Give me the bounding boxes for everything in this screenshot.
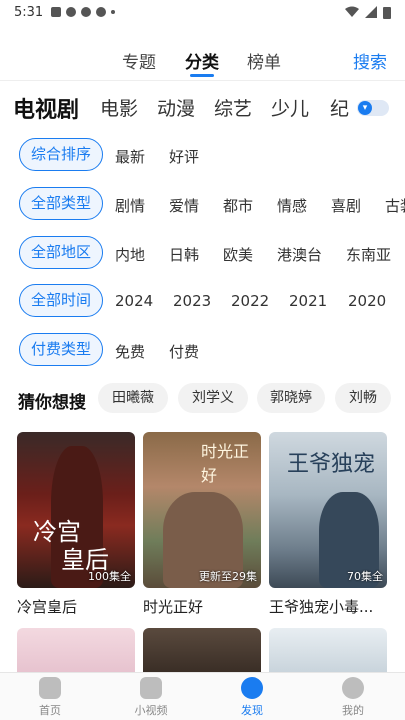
show-poster: 时光正好 更新至29集	[143, 432, 261, 588]
filter-option[interactable]: 2020	[348, 292, 386, 310]
filter-option[interactable]: 古装	[385, 195, 405, 216]
search-button[interactable]: 搜索	[353, 48, 387, 73]
filter-option[interactable]: 爱情	[169, 195, 199, 216]
poster-art-text: 王爷独宠	[287, 452, 376, 477]
filter-option[interactable]: 情感	[277, 195, 307, 216]
tab-label: 首页	[39, 704, 61, 717]
search-chip[interactable]: 田曦薇	[98, 383, 168, 413]
app-notification-icon	[96, 7, 107, 17]
filter-pill-sort[interactable]: 综合排序	[19, 138, 103, 171]
show-card[interactable]: 冷宫 皇后 100集全 冷宫皇后	[17, 432, 135, 617]
show-card[interactable]	[17, 628, 135, 672]
suggested-searches-label: 猜你想搜	[18, 393, 86, 413]
chevron-down-icon: ▾	[358, 101, 372, 115]
poster-art-text: 时光正好	[201, 442, 250, 485]
search-chip[interactable]: 郭晓婷	[257, 383, 325, 413]
status-time: 5:31	[14, 4, 44, 20]
filter-option[interactable]: 内地	[115, 244, 145, 265]
show-card[interactable]: 时光正好 更新至29集 时光正好	[143, 432, 261, 617]
gallery-icon	[51, 7, 62, 17]
show-card[interactable]: 王爷独宠 70集全 王爷独宠小毒...	[269, 432, 387, 617]
profile-icon	[342, 677, 364, 699]
filter-option[interactable]: 喜剧	[331, 195, 361, 216]
video-icon	[140, 677, 162, 699]
tab-topics[interactable]: 专题	[122, 48, 156, 73]
episode-badge: 70集全	[347, 570, 383, 583]
filter-pill-region[interactable]: 全部地区	[19, 236, 103, 269]
filter-option[interactable]: 日韩	[169, 244, 199, 265]
app-notification-icon	[66, 7, 77, 17]
filter-option[interactable]: 2021	[289, 292, 327, 310]
filter-option[interactable]: 欧美	[223, 244, 253, 265]
show-title: 冷宫皇后	[17, 598, 78, 616]
category-documentary[interactable]: 纪	[330, 94, 349, 121]
home-icon	[39, 677, 61, 699]
tab-label: 发现	[241, 704, 263, 717]
active-tab-indicator	[190, 74, 214, 77]
app-notification-icon	[81, 7, 92, 17]
filter-option[interactable]: 最新	[115, 146, 145, 167]
category-tv-series[interactable]: 电视剧	[13, 92, 79, 124]
filter-option[interactable]: 好评	[169, 146, 199, 167]
tab-label: 小视频	[134, 704, 168, 717]
status-bar: 5:31	[0, 0, 405, 24]
filter-option[interactable]: 港澳台	[277, 244, 322, 265]
suggested-searches: 猜你想搜 田曦薇 刘学义 郭晓婷 刘畅	[0, 382, 405, 418]
signal-icon	[365, 6, 377, 18]
filter-row-year: 全部时间 2024 2023 2022 2021 2020	[0, 280, 405, 324]
search-chip[interactable]: 刘学义	[178, 383, 248, 413]
tab-discover[interactable]: 发现	[212, 677, 292, 718]
top-nav: 专题 分类 榜单 搜索	[0, 40, 405, 80]
category-variety[interactable]: 综艺	[214, 94, 252, 121]
filter-option[interactable]: 付费	[169, 341, 199, 362]
show-card[interactable]	[269, 628, 387, 672]
filter-row-payment: 付费类型 免费 付费	[0, 329, 405, 373]
bottom-tab-bar: 首页 小视频 发现 我的	[0, 672, 405, 720]
show-title: 王爷独宠小毒...	[269, 598, 374, 616]
filter-option[interactable]: 2024	[115, 292, 153, 310]
tab-rankings[interactable]: 榜单	[247, 48, 281, 73]
tab-me[interactable]: 我的	[313, 677, 393, 718]
show-poster: 冷宫 皇后 100集全	[17, 432, 135, 588]
filter-option[interactable]: 免费	[115, 341, 145, 362]
filter-option[interactable]: 都市	[223, 195, 253, 216]
tab-category[interactable]: 分类	[185, 48, 219, 73]
filter-row-sort: 综合排序 最新 好评	[0, 134, 405, 178]
tab-short-video[interactable]: 小视频	[111, 677, 191, 718]
more-dot-icon	[111, 10, 116, 14]
filter-row-type: 全部类型 剧情 爱情 都市 情感 喜剧 古装	[0, 183, 405, 227]
filter-pill-year[interactable]: 全部时间	[19, 284, 103, 317]
filter-option[interactable]: 剧情	[115, 195, 145, 216]
category-kids[interactable]: 少儿	[271, 94, 309, 121]
category-strip: 电视剧 电影 动漫 综艺 少儿 纪 ▾	[0, 88, 405, 128]
status-notification-icons	[51, 7, 116, 17]
divider	[0, 80, 405, 81]
show-card[interactable]	[143, 628, 261, 672]
search-chip[interactable]: 刘畅	[335, 383, 391, 413]
filter-option[interactable]: 2023	[173, 292, 211, 310]
category-movie[interactable]: 电影	[100, 94, 138, 121]
episode-badge: 100集全	[88, 570, 131, 583]
episode-badge: 更新至29集	[199, 570, 257, 583]
battery-icon	[383, 6, 391, 19]
filter-option[interactable]: 2022	[231, 292, 269, 310]
filter-option[interactable]: 东南亚	[346, 244, 391, 265]
show-poster: 王爷独宠 70集全	[269, 432, 387, 588]
category-anime[interactable]: 动漫	[157, 94, 195, 121]
wifi-icon	[345, 6, 359, 17]
filter-row-region: 全部地区 内地 日韩 欧美 港澳台 东南亚	[0, 232, 405, 276]
compass-icon	[241, 677, 263, 699]
filter-pill-payment[interactable]: 付费类型	[19, 333, 103, 366]
category-expand-toggle[interactable]: ▾	[357, 100, 389, 116]
show-title: 时光正好	[143, 598, 204, 616]
tab-label: 我的	[342, 704, 364, 717]
filter-pill-type[interactable]: 全部类型	[19, 187, 103, 220]
tab-home[interactable]: 首页	[10, 677, 90, 718]
